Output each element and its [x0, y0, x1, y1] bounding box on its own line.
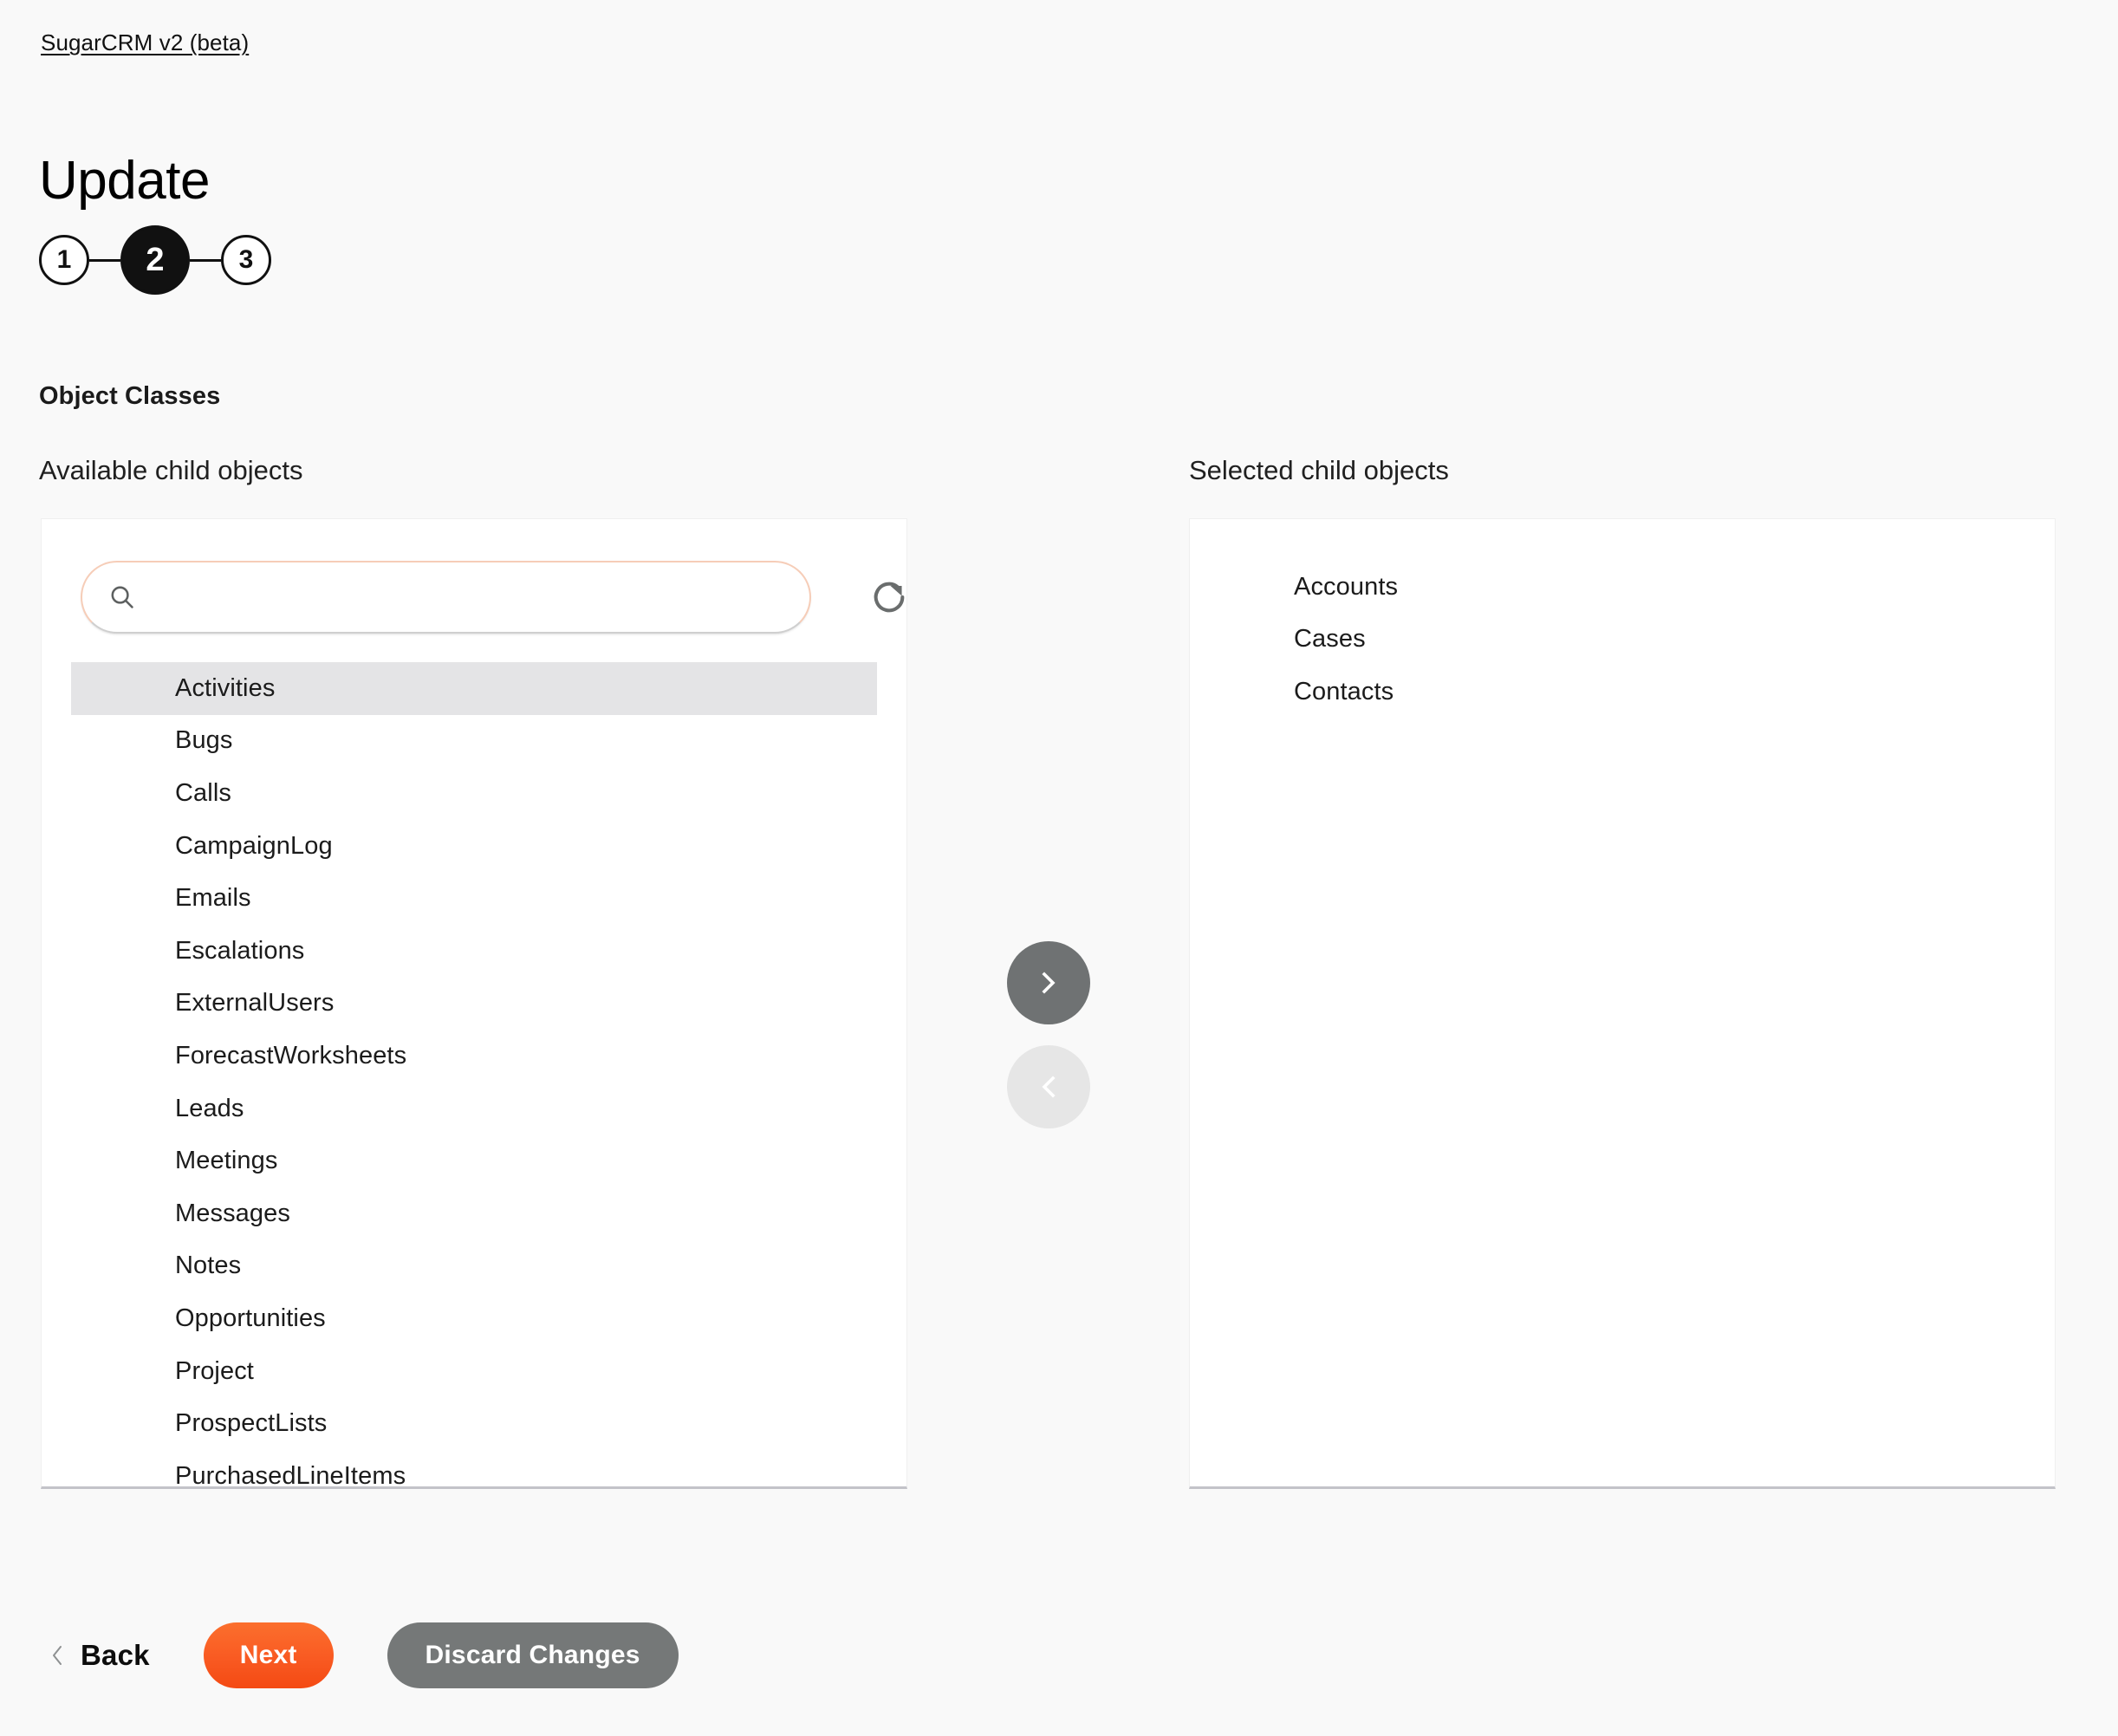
available-object-item[interactable]: Messages — [71, 1187, 877, 1240]
back-button-label: Back — [81, 1639, 150, 1671]
transfer-controls — [1007, 941, 1090, 1128]
available-child-objects-label: Available child objects — [39, 455, 303, 485]
chevron-right-icon — [1042, 972, 1056, 994]
available-object-item[interactable]: Meetings — [71, 1135, 877, 1187]
chevron-left-icon — [1042, 1076, 1056, 1098]
available-object-item[interactable]: Opportunities — [71, 1292, 877, 1345]
selected-objects-panel: Accounts Cases Contacts — [1189, 518, 2056, 1489]
stepper-step-1[interactable]: 1 — [39, 235, 89, 285]
discard-changes-button[interactable]: Discard Changes — [387, 1622, 679, 1688]
available-object-item[interactable]: Leads — [71, 1083, 877, 1135]
available-object-item[interactable]: CampaignLog — [71, 820, 877, 873]
available-object-item[interactable]: ExternalUsers — [71, 978, 877, 1031]
stepper-connector-1 — [89, 258, 120, 262]
add-to-selected-button[interactable] — [1007, 941, 1090, 1024]
stepper-connector-2 — [190, 258, 221, 262]
available-object-item[interactable]: ProspectLists — [71, 1397, 877, 1450]
remove-from-selected-button[interactable] — [1007, 1045, 1090, 1128]
section-title: Object Classes — [39, 382, 221, 410]
page-title: Update — [39, 150, 210, 211]
footer-actions: Back Next Discard Changes — [41, 1614, 679, 1697]
refresh-button[interactable] — [869, 577, 909, 617]
stepper: 1 2 3 — [39, 221, 271, 299]
selected-object-item[interactable]: Contacts — [1190, 666, 2055, 718]
search-row — [41, 553, 907, 648]
available-object-item[interactable]: PurchasedLineItems — [71, 1450, 877, 1486]
search-box[interactable] — [81, 561, 811, 634]
refresh-icon — [874, 582, 905, 613]
back-button[interactable]: Back — [41, 1639, 150, 1672]
chevron-left-icon — [53, 1646, 62, 1665]
selected-objects-list[interactable]: Accounts Cases Contacts — [1190, 561, 2055, 718]
available-objects-list[interactable]: Activities Bugs Calls CampaignLog Emails Esca… — [42, 662, 906, 1486]
available-object-item[interactable]: Activities — [71, 662, 877, 715]
available-object-item[interactable]: Notes — [71, 1240, 877, 1293]
available-object-item[interactable]: Bugs — [71, 715, 877, 768]
available-object-item[interactable]: Escalations — [71, 925, 877, 978]
selected-object-item[interactable]: Cases — [1190, 614, 2055, 666]
available-object-item[interactable]: Project — [71, 1345, 877, 1398]
next-button[interactable]: Next — [203, 1622, 334, 1688]
breadcrumb-link[interactable]: SugarCRM v2 (beta) — [41, 29, 249, 55]
search-icon — [111, 586, 133, 608]
selected-object-item[interactable]: Accounts — [1190, 561, 2055, 614]
available-object-item[interactable]: Calls — [71, 767, 877, 820]
available-object-item[interactable]: Emails — [71, 872, 877, 925]
available-objects-panel: Activities Bugs Calls CampaignLog Emails Esca… — [41, 518, 907, 1489]
stepper-step-3[interactable]: 3 — [221, 235, 271, 285]
stepper-step-2[interactable]: 2 — [120, 225, 190, 295]
search-input[interactable] — [148, 562, 787, 632]
available-object-item[interactable]: ForecastWorksheets — [71, 1030, 877, 1083]
selected-child-objects-label: Selected child objects — [1189, 455, 1449, 485]
